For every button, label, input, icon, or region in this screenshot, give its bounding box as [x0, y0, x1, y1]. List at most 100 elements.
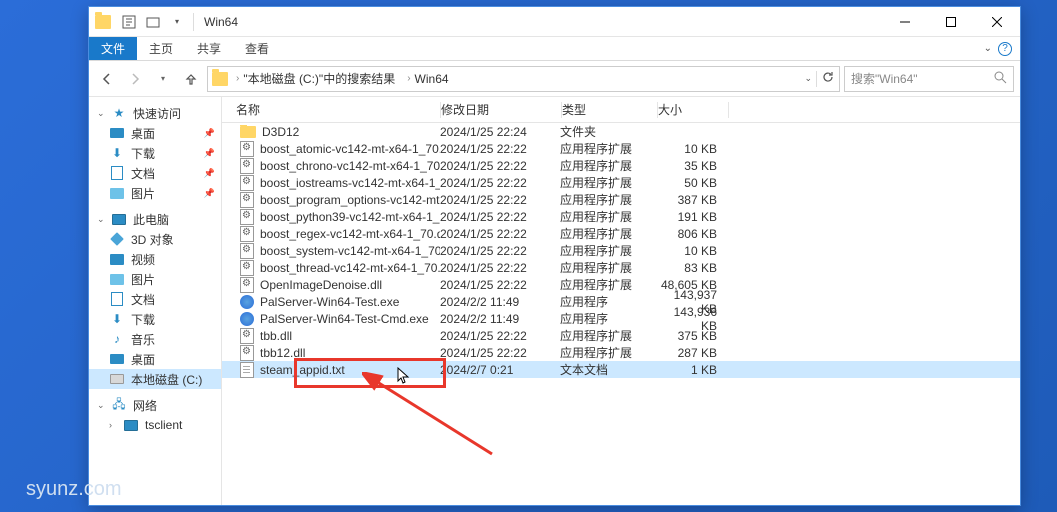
- chevron-right-icon[interactable]: ›: [236, 73, 239, 84]
- sidebar-videos[interactable]: 视频: [89, 249, 221, 269]
- file-row[interactable]: tbb12.dll2024/1/25 22:22应用程序扩展287 KB: [222, 344, 1020, 361]
- file-type: 文件夹: [560, 123, 655, 140]
- ribbon-expand-icon[interactable]: ⌄: [984, 43, 992, 54]
- file-name: boost_thread-vc142-mt-x64-1_70.dll: [260, 261, 440, 275]
- gear-icon: [240, 226, 254, 242]
- sidebar-quick-access[interactable]: ⌄★快速访问: [89, 103, 221, 123]
- sidebar-downloads[interactable]: ⬇下载📌: [89, 143, 221, 163]
- recent-dropdown[interactable]: ▾: [151, 67, 175, 91]
- breadcrumb-root[interactable]: "本地磁盘 (C:)"中的搜索结果: [243, 70, 395, 87]
- sidebar-downloads2[interactable]: ⬇下载: [89, 309, 221, 329]
- sidebar-3d-objects[interactable]: 3D 对象: [89, 229, 221, 249]
- file-row[interactable]: boost_chrono-vc142-mt-x64-1_70.dll2024/1…: [222, 157, 1020, 174]
- minimize-button[interactable]: [882, 7, 928, 37]
- file-pane[interactable]: 名称 修改日期 类型 大小 D3D122024/1/25 22:24文件夹boo…: [222, 97, 1020, 505]
- file-date: 2024/1/25 22:22: [440, 227, 560, 241]
- search-icon[interactable]: [994, 71, 1007, 87]
- file-type: 应用程序扩展: [560, 276, 655, 293]
- file-name: PalServer-Win64-Test.exe: [260, 295, 399, 309]
- file-row[interactable]: boost_atomic-vc142-mt-x64-1_70.dll2024/1…: [222, 140, 1020, 157]
- search-input[interactable]: 搜索"Win64": [844, 66, 1014, 92]
- file-date: 2024/1/25 22:22: [440, 329, 560, 343]
- ribbon-tabs: 文件 主页 共享 查看 ⌄ ?: [89, 37, 1020, 61]
- tab-view[interactable]: 查看: [233, 37, 281, 60]
- file-type: 应用程序扩展: [560, 327, 655, 344]
- file-name: OpenImageDenoise.dll: [260, 278, 382, 292]
- sidebar-this-pc[interactable]: ⌄此电脑: [89, 209, 221, 229]
- folder-icon: [95, 15, 111, 29]
- file-row[interactable]: boost_thread-vc142-mt-x64-1_70.dll2024/1…: [222, 259, 1020, 276]
- file-type: 应用程序扩展: [560, 242, 655, 259]
- qat-properties-icon[interactable]: [119, 12, 139, 32]
- file-row[interactable]: boost_regex-vc142-mt-x64-1_70.dll2024/1/…: [222, 225, 1020, 242]
- sidebar-documents2[interactable]: 文档: [89, 289, 221, 309]
- file-type: 文本文档: [560, 361, 655, 378]
- file-size: 83 KB: [655, 261, 725, 275]
- sidebar-documents[interactable]: 文档📌: [89, 163, 221, 183]
- address-bar[interactable]: › "本地磁盘 (C:)"中的搜索结果 › Win64 ⌄: [207, 66, 840, 92]
- file-name: steam_appid.txt: [260, 363, 345, 377]
- file-row[interactable]: OpenImageDenoise.dll2024/1/25 22:22应用程序扩…: [222, 276, 1020, 293]
- gear-icon: [240, 209, 254, 225]
- sidebar-desktop[interactable]: 桌面📌: [89, 123, 221, 143]
- sidebar-pictures2[interactable]: 图片: [89, 269, 221, 289]
- gear-icon: [240, 243, 254, 259]
- refresh-icon[interactable]: [821, 70, 835, 87]
- exe-icon: [240, 312, 254, 326]
- column-headers: 名称 修改日期 类型 大小: [222, 97, 1020, 123]
- chevron-right-icon[interactable]: ›: [407, 73, 410, 84]
- file-date: 2024/1/25 22:24: [440, 125, 560, 139]
- gear-icon: [240, 328, 254, 344]
- search-placeholder: 搜索"Win64": [851, 70, 988, 87]
- txt-icon: [240, 362, 254, 378]
- sidebar-local-disk[interactable]: 本地磁盘 (C:): [89, 369, 221, 389]
- help-icon[interactable]: ?: [998, 42, 1012, 56]
- col-date[interactable]: 修改日期: [441, 101, 561, 118]
- file-type: 应用程序扩展: [560, 225, 655, 242]
- titlebar[interactable]: ▾ Win64: [89, 7, 1020, 37]
- sidebar-network[interactable]: ⌄🖧网络: [89, 395, 221, 415]
- col-name[interactable]: 名称: [222, 101, 440, 118]
- file-row[interactable]: PalServer-Win64-Test-Cmd.exe2024/2/2 11:…: [222, 310, 1020, 327]
- file-date: 2024/1/25 22:22: [440, 210, 560, 224]
- file-row[interactable]: boost_system-vc142-mt-x64-1_70.dll2024/1…: [222, 242, 1020, 259]
- close-button[interactable]: [974, 7, 1020, 37]
- file-type: 应用程序: [560, 293, 655, 310]
- back-button[interactable]: [95, 67, 119, 91]
- file-size: 375 KB: [655, 329, 725, 343]
- up-button[interactable]: [179, 67, 203, 91]
- nav-row: ▾ › "本地磁盘 (C:)"中的搜索结果 › Win64 ⌄ 搜索"Win64": [89, 61, 1020, 97]
- file-row[interactable]: boost_program_options-vc142-mt-x6...2024…: [222, 191, 1020, 208]
- file-row[interactable]: boost_python39-vc142-mt-x64-1_70.dll2024…: [222, 208, 1020, 225]
- sidebar: ⌄★快速访问 桌面📌 ⬇下载📌 文档📌 图片📌 ⌄此电脑 3D 对象 视频 图片…: [89, 97, 222, 505]
- file-row[interactable]: boost_iostreams-vc142-mt-x64-1_70...2024…: [222, 174, 1020, 191]
- file-name: tbb.dll: [260, 329, 292, 343]
- address-dropdown-icon[interactable]: ⌄: [804, 73, 812, 84]
- file-name: PalServer-Win64-Test-Cmd.exe: [260, 312, 429, 326]
- file-name: tbb12.dll: [260, 346, 305, 360]
- forward-button[interactable]: [123, 67, 147, 91]
- breadcrumb-leaf[interactable]: Win64: [415, 72, 449, 86]
- tab-file[interactable]: 文件: [89, 37, 137, 60]
- qat-newfolder-icon[interactable]: [143, 12, 163, 32]
- file-row[interactable]: steam_appid.txt2024/2/7 0:21文本文档1 KB: [222, 361, 1020, 378]
- maximize-button[interactable]: [928, 7, 974, 37]
- sidebar-tsclient[interactable]: ›tsclient: [89, 415, 221, 435]
- gear-icon: [240, 141, 254, 157]
- file-row[interactable]: PalServer-Win64-Test.exe2024/2/2 11:49应用…: [222, 293, 1020, 310]
- gear-icon: [240, 260, 254, 276]
- file-row[interactable]: tbb.dll 2024/1/25 22:22应用程序扩展375 KB: [222, 327, 1020, 344]
- col-type[interactable]: 类型: [562, 101, 657, 118]
- col-size[interactable]: 大小: [658, 101, 728, 118]
- sidebar-desktop2[interactable]: 桌面: [89, 349, 221, 369]
- sidebar-pictures[interactable]: 图片📌: [89, 183, 221, 203]
- file-name: boost_chrono-vc142-mt-x64-1_70.dll: [260, 159, 440, 173]
- tab-home[interactable]: 主页: [137, 37, 185, 60]
- file-row[interactable]: D3D122024/1/25 22:24文件夹: [222, 123, 1020, 140]
- qat-dropdown-icon[interactable]: ▾: [167, 12, 187, 32]
- sidebar-music[interactable]: ♪音乐: [89, 329, 221, 349]
- file-size: 287 KB: [655, 346, 725, 360]
- file-size: 387 KB: [655, 193, 725, 207]
- folder-icon: [212, 72, 228, 86]
- tab-share[interactable]: 共享: [185, 37, 233, 60]
